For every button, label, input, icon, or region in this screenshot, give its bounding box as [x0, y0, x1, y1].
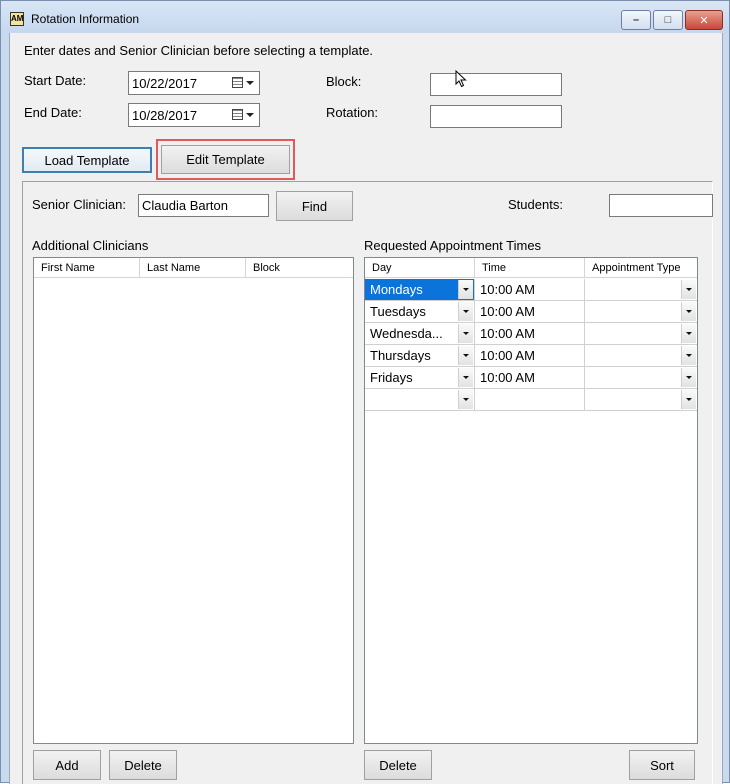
- mouse-cursor-icon: [455, 70, 467, 88]
- students-input[interactable]: [609, 194, 713, 217]
- cell-time[interactable]: 10:00 AM: [475, 345, 585, 367]
- chevron-down-icon[interactable]: [246, 113, 254, 117]
- chevron-down-icon[interactable]: [681, 324, 696, 343]
- column-header-time[interactable]: Time: [475, 258, 585, 278]
- delete-clinician-button[interactable]: Delete: [109, 750, 177, 780]
- cell-appointment-type[interactable]: [585, 279, 697, 301]
- rotation-input[interactable]: [430, 105, 562, 128]
- day-value: Thursdays: [370, 348, 431, 363]
- time-value: 10:00 AM: [480, 326, 535, 341]
- time-value: 10:00 AM: [480, 282, 535, 297]
- chevron-down-icon[interactable]: [681, 390, 696, 409]
- column-header-appointment-type[interactable]: Appointment Type: [585, 258, 697, 278]
- title-bar[interactable]: AM Rotation Information – □ ✕: [1, 1, 729, 33]
- start-date-label: Start Date:: [24, 73, 87, 88]
- cell-appointment-type[interactable]: [585, 301, 697, 323]
- edit-template-button[interactable]: Edit Template: [161, 145, 290, 174]
- column-header-first-name[interactable]: First Name: [34, 258, 140, 278]
- appointment-row[interactable]: Fridays 10:00 AM: [365, 367, 697, 389]
- close-icon: ✕: [699, 14, 709, 27]
- cell-day[interactable]: [365, 389, 475, 411]
- column-header-day[interactable]: Day: [365, 258, 475, 278]
- chevron-down-icon[interactable]: [458, 346, 473, 365]
- end-date-label: End Date:: [24, 105, 82, 120]
- maximize-icon: □: [664, 14, 672, 26]
- maximize-button[interactable]: □: [653, 10, 683, 30]
- time-value: 10:00 AM: [480, 348, 535, 363]
- chevron-down-icon[interactable]: [681, 346, 696, 365]
- form-client-area: Enter dates and Senior Clinician before …: [9, 33, 723, 784]
- rotation-label: Rotation:: [326, 105, 379, 120]
- rotation-information-window: AM Rotation Information – □ ✕ Enter date…: [0, 0, 730, 784]
- cell-time[interactable]: 10:00 AM: [475, 323, 585, 345]
- day-value: Wednesda...: [370, 326, 443, 341]
- end-date-value: 10/28/2017: [132, 108, 198, 123]
- cell-appointment-type[interactable]: [585, 345, 697, 367]
- chevron-down-icon[interactable]: [246, 81, 254, 85]
- find-button[interactable]: Find: [276, 191, 353, 221]
- students-label: Students:: [508, 197, 563, 212]
- time-value: 10:00 AM: [480, 304, 535, 319]
- day-value: Tuesdays: [370, 304, 426, 319]
- cell-appointment-type[interactable]: [585, 389, 697, 411]
- additional-clinicians-list[interactable]: First Name Last Name Block: [33, 257, 354, 744]
- instruction-text: Enter dates and Senior Clinician before …: [24, 43, 374, 58]
- chevron-down-icon[interactable]: [681, 302, 696, 321]
- start-date-picker[interactable]: 10/22/2017: [128, 71, 260, 95]
- cell-time[interactable]: 10:00 AM: [475, 279, 585, 301]
- chevron-down-icon[interactable]: [458, 324, 473, 343]
- appointment-grid-header: Day Time Appointment Type: [365, 258, 697, 278]
- senior-clinician-input[interactable]: Claudia Barton: [138, 194, 269, 217]
- chevron-down-icon[interactable]: [458, 302, 473, 321]
- additional-clinicians-title: Additional Clinicians: [32, 238, 149, 253]
- appointment-row[interactable]: Mondays 10:00 AM: [365, 279, 697, 301]
- cell-time[interactable]: 10:00 AM: [475, 301, 585, 323]
- add-clinician-button[interactable]: Add: [33, 750, 101, 780]
- calendar-icon[interactable]: [232, 77, 243, 88]
- senior-clinician-label: Senior Clinician:: [32, 197, 126, 212]
- end-date-picker[interactable]: 10/28/2017: [128, 103, 260, 127]
- sort-button[interactable]: Sort: [629, 750, 695, 780]
- cell-day[interactable]: Fridays: [365, 367, 475, 389]
- appointment-row[interactable]: Thursdays 10:00 AM: [365, 345, 697, 367]
- chevron-down-icon[interactable]: [458, 390, 473, 409]
- block-input[interactable]: [430, 73, 562, 96]
- appointment-times-grid[interactable]: Day Time Appointment Type Mondays 10:00 A…: [364, 257, 698, 744]
- time-value: 10:00 AM: [480, 370, 535, 385]
- cell-appointment-type[interactable]: [585, 323, 697, 345]
- appointment-row[interactable]: [365, 389, 697, 411]
- chevron-down-icon[interactable]: [681, 280, 696, 299]
- app-icon: AM: [10, 12, 24, 26]
- cell-appointment-type[interactable]: [585, 367, 697, 389]
- load-template-button[interactable]: Load Template: [22, 147, 152, 173]
- cell-time[interactable]: 10:00 AM: [475, 367, 585, 389]
- appointment-row[interactable]: Tuesdays 10:00 AM: [365, 301, 697, 323]
- cell-day[interactable]: Thursdays: [365, 345, 475, 367]
- column-header-last-name[interactable]: Last Name: [140, 258, 246, 278]
- requested-appointment-times-title: Requested Appointment Times: [364, 238, 542, 253]
- column-header-block[interactable]: Block: [246, 258, 353, 278]
- day-value: Mondays: [370, 282, 423, 297]
- minimize-icon: –: [632, 14, 640, 26]
- calendar-icon[interactable]: [232, 109, 243, 120]
- window-title: Rotation Information: [31, 12, 140, 26]
- appointment-row[interactable]: Wednesda... 10:00 AM: [365, 323, 697, 345]
- close-button[interactable]: ✕: [685, 10, 723, 30]
- start-date-value: 10/22/2017: [132, 76, 198, 91]
- cell-day[interactable]: Mondays: [365, 279, 475, 301]
- template-panel: Senior Clinician: Claudia Barton Find St…: [22, 181, 713, 784]
- chevron-down-icon[interactable]: [681, 368, 696, 387]
- block-label: Block:: [326, 74, 362, 89]
- minimize-button[interactable]: –: [621, 10, 651, 30]
- cell-day[interactable]: Tuesdays: [365, 301, 475, 323]
- chevron-down-icon[interactable]: [458, 368, 473, 387]
- cell-day[interactable]: Wednesda...: [365, 323, 475, 345]
- clinicians-list-header: First Name Last Name Block: [34, 258, 353, 278]
- cell-time[interactable]: [475, 389, 585, 411]
- delete-appointment-button[interactable]: Delete: [364, 750, 432, 780]
- day-value: Fridays: [370, 370, 413, 385]
- chevron-down-icon[interactable]: [458, 280, 473, 299]
